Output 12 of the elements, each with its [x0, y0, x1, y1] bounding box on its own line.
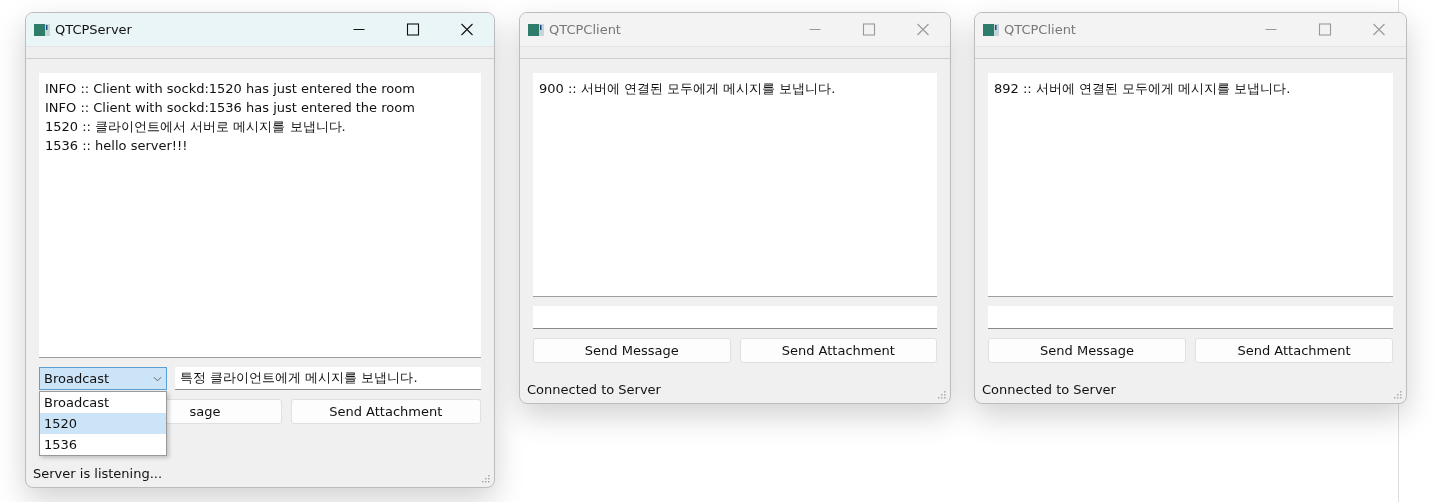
window-title: QTCPServer [55, 22, 132, 37]
log-line: INFO :: Client with sockd:1520 has just entered the room [45, 80, 416, 98]
status-text: Connected to Server [982, 382, 1116, 397]
log-line: 1520 :: 클라이언트에서 서버로 메시지를 보냅니다. [45, 118, 347, 136]
status-text: Server is listening... [33, 466, 163, 481]
log-line: 1536 :: hello server!!! [45, 137, 189, 155]
log-line: 892 :: 서버에 연결된 모두에게 메시지를 보냅니다. [994, 80, 1292, 98]
log-line: INFO :: Client with sockd:1536 has just entered the room [45, 99, 416, 117]
window-title: QTCPClient [1004, 22, 1076, 37]
status-text: Connected to Server [527, 382, 661, 397]
window-title: QTCPClient [549, 22, 621, 37]
log-line: 900 :: 서버에 연결된 모두에게 메시지를 보냅니다. [539, 80, 837, 98]
